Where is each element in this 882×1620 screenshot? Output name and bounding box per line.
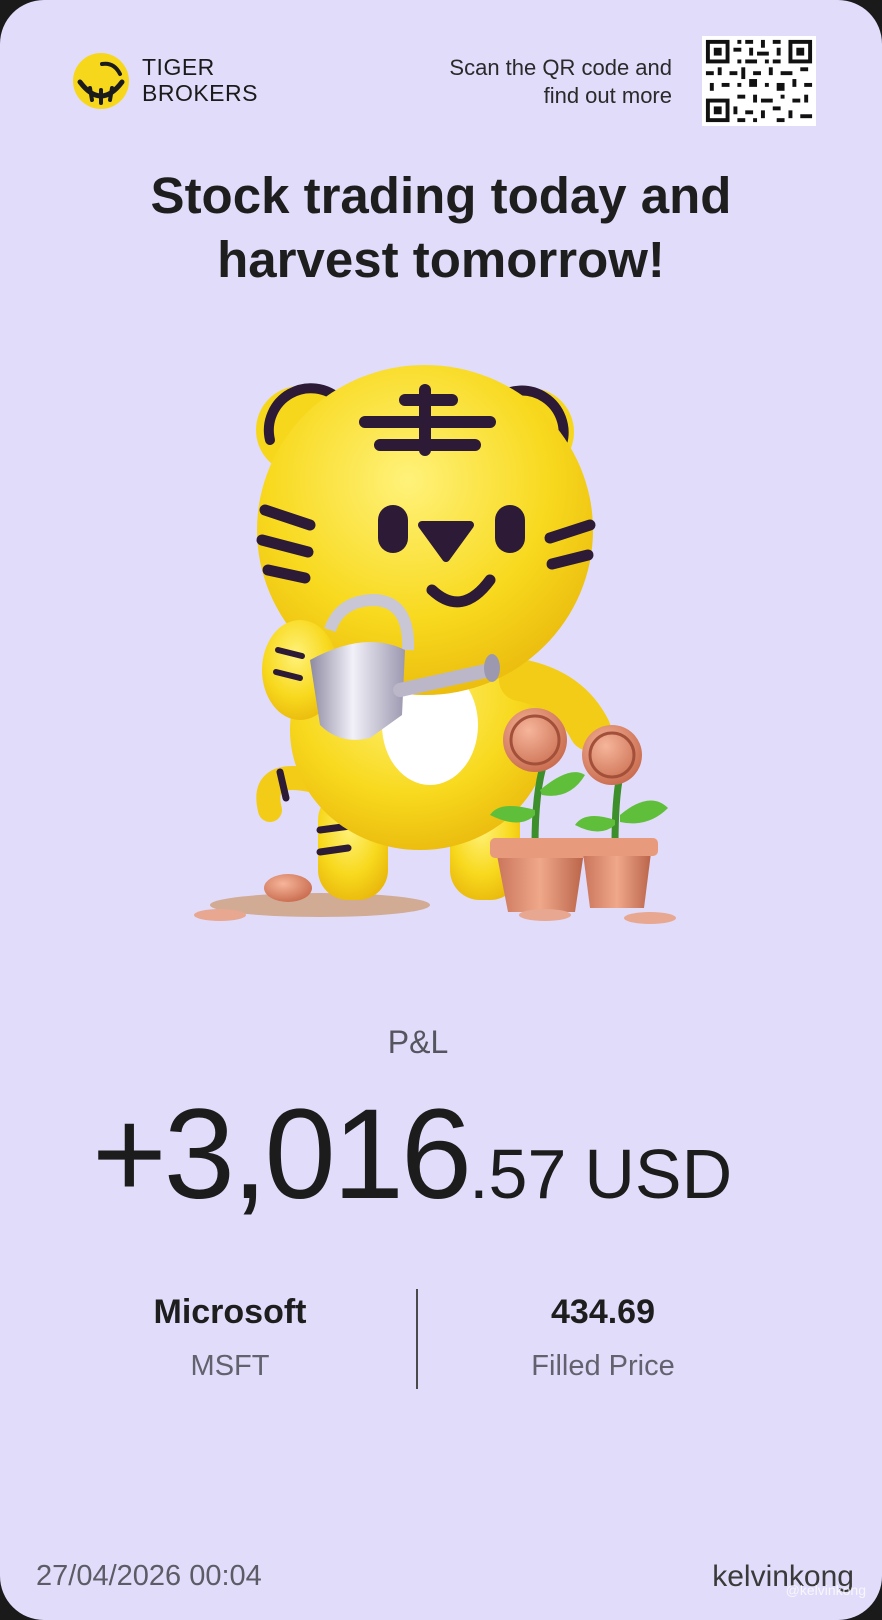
qr-caption-line-2: find out more [543,83,672,108]
pnl-amount: +3,016.57 USD [92,1090,732,1239]
watermark: @kelvinkong [785,1582,866,1598]
filled-price-label: Filled Price [531,1350,675,1382]
brand-line-2: BROKERS [142,80,258,106]
qr-caption: Scan the QR code and find out more [372,54,672,110]
stock-name: Microsoft [153,1293,307,1331]
headline-line-2: harvest tomorrow! [217,231,665,288]
tiger-mascot-watering-coin-plants-illustration [194,365,676,924]
pnl-integer: +3,016 [92,1083,472,1226]
price-info: 434.69 Filled Price [453,1290,753,1386]
brand-line-1: TIGER [142,54,215,80]
pnl-label: P&L [387,1024,449,1060]
timestamp: 27/04/2026 00:04 [36,1560,262,1592]
filled-price-value: 434.69 [551,1293,655,1331]
detail-divider [416,1289,418,1389]
qr-caption-line-1: Scan the QR code and [449,55,672,80]
pnl-decimal: .57 [469,1135,567,1213]
brand-name: TIGER BROKERS [142,54,258,106]
tiger-logo-icon [73,53,129,109]
headline-line-1: Stock trading today and [150,167,732,224]
stock-info: Microsoft MSFT [80,1290,380,1386]
qr-code-icon[interactable] [702,36,816,126]
headline: Stock trading today and harvest tomorrow… [0,164,882,292]
pnl-share-card: TIGER BROKERS Scan the QR code and find … [0,0,882,1620]
stock-ticker: MSFT [190,1350,270,1382]
pnl-currency: USD [584,1135,733,1213]
